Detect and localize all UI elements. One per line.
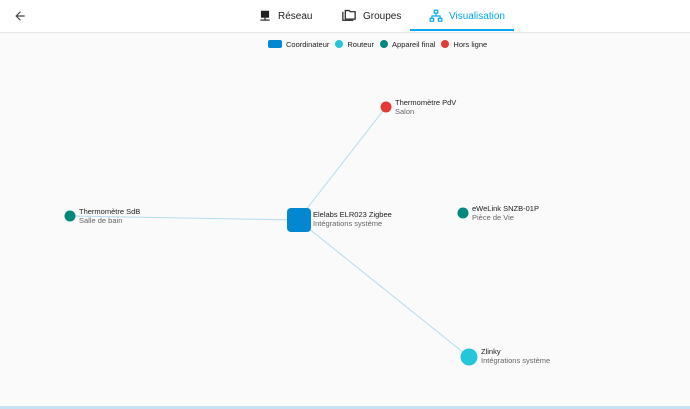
node-label-thermo-pdv: Thermomètre PdV Salon [395,98,456,116]
node-area: Intégrations système [481,356,551,365]
node-name: Thermomètre SdB [79,207,141,216]
network-graph[interactable] [0,0,690,409]
node-ewelink[interactable] [457,207,469,219]
node-name: Zlinky [481,347,501,356]
node-thermo-pdv[interactable] [380,101,392,113]
node-zlinky[interactable] [460,348,478,366]
node-name: Thermomètre PdV [395,98,457,107]
node-area: Intégrations système [313,219,383,228]
node-label-coordinator: Elelabs ELR023 Zigbee Intégrations systè… [313,210,392,228]
node-label-thermo-sdb: Thermomètre SdB Salle de bain [79,207,140,225]
node-label-ewelink: eWeLink SNZB-01P Pièce de Vie [472,204,539,222]
link-coordinator-thermo-pdv [297,106,387,221]
node-thermo-sdb[interactable] [64,210,76,222]
node-area: Salon [395,107,415,116]
node-coordinator[interactable] [287,208,311,232]
link-coordinator-zlinky [297,219,470,358]
node-area: Salle de bain [79,216,123,225]
node-area: Pièce de Vie [472,213,514,222]
node-label-zlinky: Zlinky Intégrations système [481,347,550,365]
node-name: eWeLink SNZB-01P [472,204,539,213]
node-name: Elelabs ELR023 Zigbee [313,210,392,219]
